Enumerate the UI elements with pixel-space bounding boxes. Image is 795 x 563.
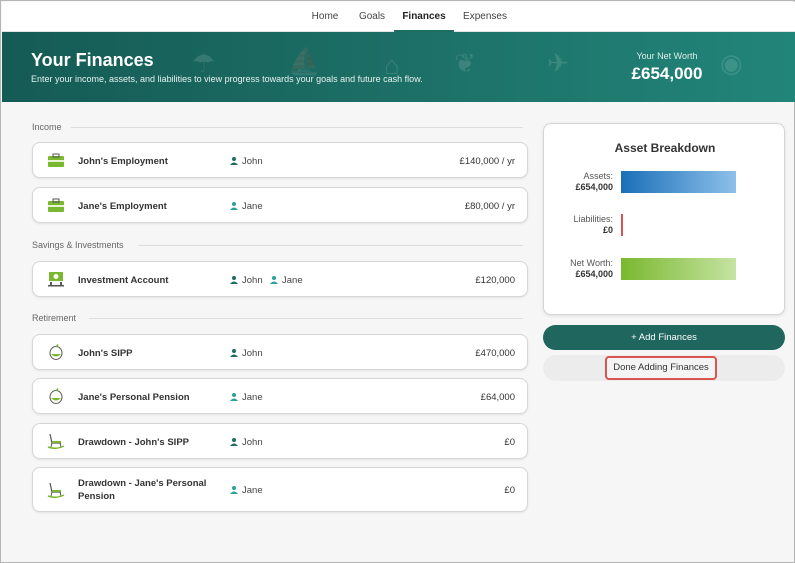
nest-egg-icon [49, 344, 63, 360]
finance-item-investment-account[interactable]: Investment Account John Jane £120,000 [32, 261, 528, 297]
section-retirement-title: Retirement [32, 313, 77, 323]
page-title: Your Finances [31, 50, 154, 70]
finance-item-value: £80,000 / yr [464, 201, 515, 212]
finance-item-value: £120,000 [475, 275, 515, 286]
finance-item-name: Investment Account [78, 275, 169, 286]
networth-label: Net Worth: £654,000 [570, 258, 613, 279]
finance-item-name: Jane's Employment [78, 201, 167, 212]
assets-label: Assets: £654,000 [575, 171, 613, 192]
hero-banner: ☂ ⛵ ⌂ ❦ ✈ ◉ Your Finances Enter your inc… [2, 32, 795, 102]
section-divider [138, 245, 523, 246]
rocking-chair-icon [47, 433, 65, 449]
leaf-decoration-icon: ❦ [454, 48, 476, 78]
finance-item-owner: John [230, 348, 263, 359]
briefcase-icon [48, 198, 64, 212]
person-icon [230, 393, 238, 401]
finance-item-name: John's Employment [78, 156, 168, 167]
nav-expenses[interactable]: Expenses [457, 2, 513, 32]
finance-item-owner: Jane [230, 485, 263, 496]
finance-item-name: John's SIPP [78, 348, 133, 359]
sailboat-decoration-icon: ⛵ [288, 46, 321, 76]
finance-item-value: £64,000 [480, 392, 515, 403]
person-icon [230, 438, 238, 446]
done-adding-finances-button[interactable]: Done Adding Finances [605, 356, 717, 380]
nest-egg-icon [49, 388, 63, 404]
net-worth-value: £654,000 [631, 64, 703, 83]
finance-item-johns-sipp[interactable]: John's SIPP John £470,000 [32, 334, 528, 370]
finance-item-value: £470,000 [475, 348, 515, 359]
finance-item-value: £0 [504, 437, 515, 448]
finance-item-owner: Jane [270, 275, 303, 286]
section-savings-title: Savings & Investments [32, 240, 124, 250]
person-icon [230, 202, 238, 210]
liabilities-bar [621, 214, 623, 236]
person-icon [270, 276, 278, 284]
person-icon [230, 486, 238, 494]
finance-item-owner: Jane [230, 392, 263, 403]
finance-item-janes-personal-pension[interactable]: Jane's Personal Pension Jane £64,000 [32, 378, 528, 414]
finance-item-drawdown-janes-personal-pension[interactable]: Drawdown - Jane's Personal Pension Jane … [32, 467, 528, 512]
finance-item-drawdown-johns-sipp[interactable]: Drawdown - John's SIPP John £0 [32, 423, 528, 459]
person-icon [230, 157, 238, 165]
section-income-title: Income [32, 122, 62, 132]
add-finances-button[interactable]: + Add Finances [543, 325, 785, 350]
finance-item-value: £140,000 / yr [459, 156, 515, 167]
nav-goals[interactable]: Goals [352, 2, 392, 32]
section-divider [71, 127, 523, 128]
asset-breakdown-card: Asset Breakdown Assets: £654,000 Liabili… [543, 123, 785, 315]
finance-item-owner: John [230, 437, 263, 448]
briefcase-icon [48, 153, 64, 167]
finance-item-name: Drawdown - John's SIPP [78, 437, 189, 448]
rocking-chair-icon [47, 482, 65, 498]
finance-item-value: £0 [504, 485, 515, 496]
section-divider [89, 318, 523, 319]
top-navigation: Home Goals Finances Expenses [2, 2, 795, 32]
person-icon [230, 276, 238, 284]
person-icon [230, 349, 238, 357]
finance-item-johns-employment[interactable]: John's Employment John £140,000 / yr [32, 142, 528, 178]
assets-bar [621, 171, 736, 193]
finance-item-owner: John [230, 275, 263, 286]
nav-home[interactable]: Home [302, 2, 348, 32]
networth-bar [621, 258, 736, 280]
page-subtitle: Enter your income, assets, and liabiliti… [31, 74, 423, 84]
asset-breakdown-title: Asset Breakdown [614, 141, 716, 155]
finance-item-name: Jane's Personal Pension [78, 392, 190, 403]
bird-decoration-icon: ✈ [547, 48, 569, 78]
finance-item-owner: John [230, 156, 263, 167]
net-worth-label: Your Net Worth [636, 51, 698, 61]
finance-item-owner: Jane [230, 201, 263, 212]
bank-icon [48, 272, 64, 287]
liabilities-label: Liabilities: £0 [573, 214, 613, 235]
finance-item-name: Drawdown - Jane's Personal Pension [78, 478, 207, 502]
app-window: Home Goals Finances Expenses ☂ ⛵ ⌂ ❦ ✈ ◉… [0, 0, 795, 563]
nav-finances[interactable]: Finances [394, 2, 454, 32]
finance-item-janes-employment[interactable]: Jane's Employment Jane £80,000 / yr [32, 187, 528, 223]
